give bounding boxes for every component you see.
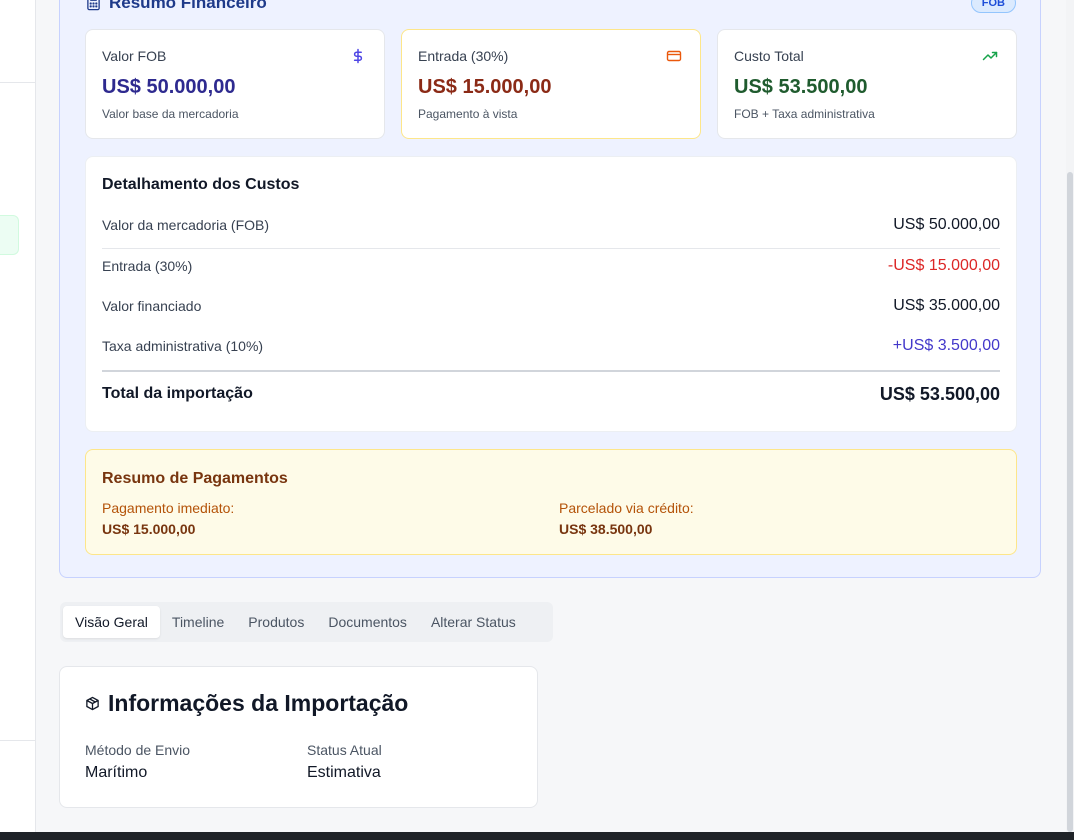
- cost-breakdown-title: Detalhamento dos Custos: [102, 176, 300, 193]
- card-subtitle: Valor base da mercadoria: [102, 107, 239, 121]
- tab-timeline[interactable]: Timeline: [160, 606, 236, 638]
- immediate-payment: Pagamento imediato: US$ 15.000,00: [102, 500, 234, 537]
- card-value: US$ 50.000,00: [102, 76, 236, 98]
- breakdown-row: Entrada (30%) -US$ 15.000,00: [102, 256, 1000, 276]
- breakdown-divider: [102, 248, 1000, 249]
- down-payment-card: Entrada (30%) US$ 15.000,00 Pagamento à …: [401, 29, 701, 139]
- calculator-icon: [87, 0, 100, 10]
- breakdown-total-value: US$ 53.500,00: [879, 383, 1000, 404]
- credit-payment-label: Parcelado via crédito:: [559, 500, 694, 516]
- tab-bar: Visão Geral Timeline Produtos Documentos…: [60, 602, 553, 642]
- tab-change-status[interactable]: Alterar Status: [419, 606, 528, 638]
- card-subtitle: FOB + Taxa administrativa: [734, 107, 875, 121]
- tab-overview[interactable]: Visão Geral: [63, 606, 160, 638]
- card-label: Custo Total: [734, 48, 804, 64]
- field-value: Estimativa: [307, 764, 381, 781]
- immediate-payment-label: Pagamento imediato:: [102, 500, 235, 516]
- field-label: Status Atual: [307, 742, 382, 758]
- fob-value-card: Valor FOB US$ 50.000,00 Valor base da me…: [85, 29, 385, 139]
- breakdown-row-label: Entrada (30%): [102, 258, 193, 274]
- card-label: Valor FOB: [102, 48, 167, 64]
- credit-payment-value: US$ 38.500,00: [559, 521, 653, 537]
- breakdown-row-label: Valor financiado: [102, 298, 202, 314]
- breakdown-total-divider: [102, 370, 1000, 372]
- breakdown-row-value: US$ 50.000,00: [893, 216, 1000, 233]
- sidebar-divider: [0, 740, 35, 741]
- card-subtitle: Pagamento à vista: [418, 107, 518, 121]
- card-value: US$ 53.500,00: [734, 76, 868, 98]
- import-info-title: Informações da Importação: [85, 690, 408, 717]
- sidebar: [0, 0, 36, 832]
- package-icon: [86, 696, 99, 711]
- sidebar-active-item[interactable]: [0, 215, 19, 255]
- breakdown-row-value: +US$ 3.500,00: [892, 337, 1000, 354]
- credit-card-icon: [666, 50, 682, 62]
- card-label: Entrada (30%): [418, 48, 509, 64]
- total-cost-card: Custo Total US$ 53.500,00 FOB + Taxa adm…: [717, 29, 1017, 139]
- breakdown-row: Valor financiado US$ 35.000,00: [102, 296, 1000, 316]
- payment-summary-title: Resumo de Pagamentos: [102, 470, 288, 487]
- financial-summary-title: Resumo Financeiro: [86, 0, 267, 13]
- payment-summary: Resumo de Pagamentos Pagamento imediato:…: [85, 449, 1017, 555]
- card-value: US$ 15.000,00: [418, 76, 552, 98]
- breakdown-row-label: Taxa administrativa (10%): [102, 338, 264, 354]
- credit-payment: Parcelado via crédito: US$ 38.500,00: [559, 500, 694, 537]
- tab-products[interactable]: Produtos: [236, 606, 316, 638]
- shipping-method-field: Método de Envio Marítimo: [85, 742, 190, 782]
- trending-up-icon: [982, 51, 998, 61]
- breakdown-row-label: Valor da mercadoria (FOB): [102, 217, 270, 233]
- immediate-payment-value: US$ 15.000,00: [102, 521, 196, 537]
- field-value: Marítimo: [85, 764, 148, 781]
- incoterm-badge: FOB: [970, 0, 1016, 13]
- breakdown-row: Valor da mercadoria (FOB) US$ 50.000,00: [102, 215, 1000, 235]
- dollar-icon: [353, 48, 363, 64]
- financial-summary-panel: Resumo Financeiro FOB Valor FOB US$ 50.0…: [59, 0, 1041, 578]
- breakdown-row-value: US$ 35.000,00: [893, 297, 1000, 314]
- page-scrollbar[interactable]: [1066, 0, 1074, 832]
- breakdown-total-label: Total da importação: [102, 385, 253, 402]
- current-status-field: Status Atual Estimativa: [307, 742, 382, 782]
- bottom-bar: [0, 832, 1074, 840]
- import-info-card: Informações da Importação Método de Envi…: [59, 666, 538, 808]
- breakdown-row: Taxa administrativa (10%) +US$ 3.500,00: [102, 336, 1000, 356]
- breakdown-row-value: -US$ 15.000,00: [887, 257, 1000, 274]
- sidebar-divider: [0, 82, 35, 83]
- import-info-title-text: Informações da Importação: [108, 690, 409, 716]
- financial-summary-title-text: Resumo Financeiro: [109, 0, 267, 12]
- tab-documents[interactable]: Documentos: [316, 606, 419, 638]
- field-label: Método de Envio: [85, 742, 191, 758]
- breakdown-total-row: Total da importação US$ 53.500,00: [102, 383, 1000, 405]
- scrollbar-thumb[interactable]: [1067, 172, 1073, 832]
- cost-breakdown: Detalhamento dos Custos Valor da mercado…: [85, 156, 1017, 432]
